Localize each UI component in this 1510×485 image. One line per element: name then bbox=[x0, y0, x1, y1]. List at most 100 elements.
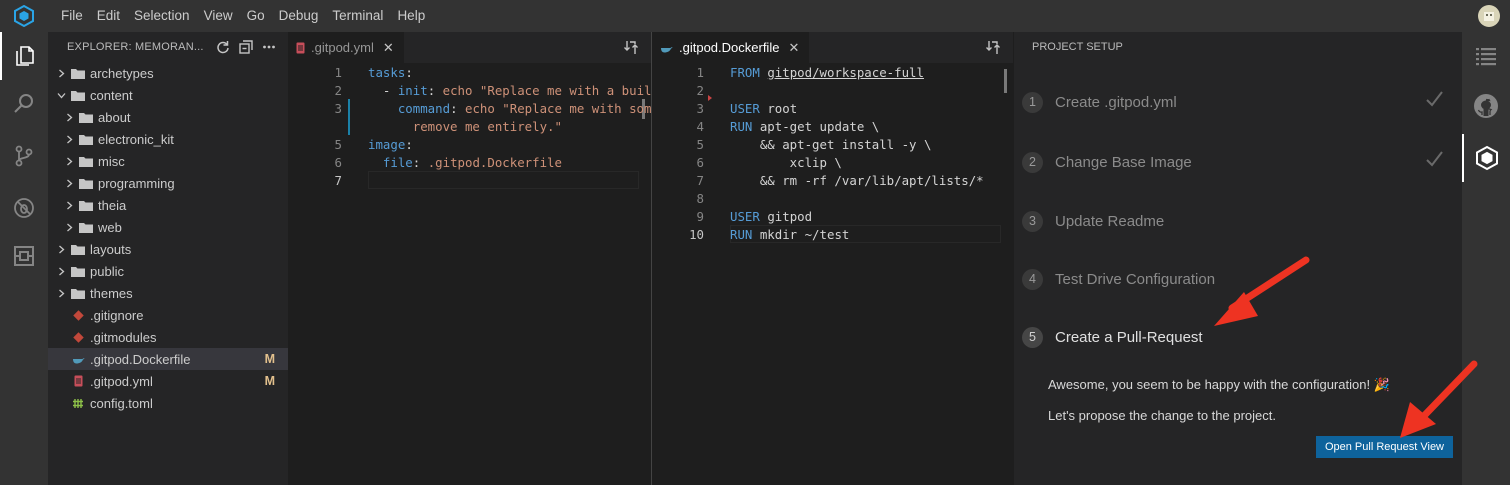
setup-step[interactable]: 5 Create a Pull-Request bbox=[1022, 322, 1203, 352]
extensions-icon[interactable] bbox=[0, 232, 48, 280]
avatar[interactable] bbox=[1478, 5, 1500, 27]
chevron-right-icon[interactable] bbox=[56, 69, 66, 78]
step-number: 3 bbox=[1022, 210, 1043, 232]
code-token: : bbox=[405, 65, 413, 80]
menu-debug[interactable]: Debug bbox=[272, 0, 326, 32]
code-line[interactable]: 7 bbox=[288, 172, 651, 190]
setup-step[interactable]: 1 Create .gitpod.yml bbox=[1022, 87, 1177, 117]
chevron-down-icon[interactable] bbox=[56, 91, 66, 100]
chevron-right-icon[interactable] bbox=[56, 245, 66, 254]
chevron-right-icon[interactable] bbox=[56, 267, 66, 276]
tree-folder[interactable]: misc bbox=[48, 150, 288, 172]
chevron-right-icon[interactable] bbox=[64, 201, 74, 210]
code-line[interactable]: remove me entirely." bbox=[288, 118, 651, 136]
code-line[interactable]: 7 && rm -rf /var/lib/apt/lists/* bbox=[652, 172, 1013, 190]
code-line[interactable]: 5 && apt-get install -y \ bbox=[652, 136, 1013, 154]
setup-step[interactable]: 3 Update Readme bbox=[1022, 206, 1164, 236]
menu-view[interactable]: View bbox=[197, 0, 240, 32]
line-number: 1 bbox=[334, 65, 342, 80]
tree-folder[interactable]: archetypes bbox=[48, 62, 288, 84]
menu-go[interactable]: Go bbox=[240, 0, 272, 32]
folder-icon bbox=[71, 288, 85, 299]
tree-folder[interactable]: content bbox=[48, 84, 288, 106]
list-icon[interactable] bbox=[1462, 32, 1510, 80]
tree-folder[interactable]: programming bbox=[48, 172, 288, 194]
menu-help[interactable]: Help bbox=[390, 0, 432, 32]
close-icon[interactable]: ✕ bbox=[383, 40, 394, 56]
chevron-right-icon[interactable] bbox=[64, 135, 74, 144]
docker-file-icon bbox=[71, 354, 85, 364]
gitpod-logo-icon[interactable] bbox=[0, 0, 48, 32]
files-icon[interactable] bbox=[0, 32, 48, 80]
chevron-right-icon[interactable] bbox=[64, 113, 74, 122]
step-number: 2 bbox=[1022, 151, 1043, 173]
code-token: command bbox=[397, 101, 451, 116]
tree-folder[interactable]: themes bbox=[48, 282, 288, 304]
setup-step[interactable]: 4 Test Drive Configuration bbox=[1022, 264, 1215, 294]
code-line[interactable]: 3 command: echo "Replace me with some bbox=[288, 100, 651, 118]
tree-folder[interactable]: theia bbox=[48, 194, 288, 216]
code-line[interactable]: 2 bbox=[652, 82, 1013, 100]
close-icon[interactable]: ✕ bbox=[788, 40, 799, 56]
line-number: 2 bbox=[696, 83, 704, 98]
refresh-icon[interactable] bbox=[216, 40, 230, 57]
tree-file[interactable]: .gitignore bbox=[48, 304, 288, 326]
project-setup-panel: PROJECT SETUP 1 Create .gitpod.yml 2 Change… bbox=[1014, 32, 1462, 485]
code-area[interactable]: 1 tasks: 2 - init: echo "Replace me with a… bbox=[288, 63, 651, 485]
code-line[interactable]: 4 RUN apt-get update \ bbox=[652, 118, 1013, 136]
tab-gitpod-dockerfile[interactable]: .gitpod.Dockerfile ✕ bbox=[652, 32, 810, 63]
more-actions-icon[interactable] bbox=[262, 40, 276, 57]
editor-gitpod-dockerfile[interactable]: .gitpod.Dockerfile ✕ 1 FROM gitpod/worksp… bbox=[652, 32, 1013, 485]
chevron-right-icon[interactable] bbox=[56, 289, 66, 298]
code-line[interactable]: 2 - init: echo "Replace me with a build bbox=[288, 82, 651, 100]
code-area[interactable]: 1 FROM gitpod/workspace-full 2 3 USER root 4 R… bbox=[652, 63, 1013, 485]
step-label: Test Drive Configuration bbox=[1055, 270, 1216, 288]
tree-folder[interactable]: electronic_kit bbox=[48, 128, 288, 150]
menu-file[interactable]: File bbox=[48, 0, 90, 32]
docker-file-icon bbox=[660, 43, 673, 53]
code-text: RUN apt-get update \ bbox=[730, 118, 879, 136]
search-icon[interactable] bbox=[0, 80, 48, 128]
chevron-right-icon[interactable] bbox=[64, 223, 74, 232]
open-changes-icon[interactable] bbox=[623, 40, 639, 58]
code-token: xclip \ bbox=[730, 155, 842, 170]
chevron-right-icon[interactable] bbox=[64, 179, 74, 188]
open-pull-request-view-button[interactable]: Open Pull Request View bbox=[1316, 436, 1453, 458]
tree-folder[interactable]: about bbox=[48, 106, 288, 128]
code-line[interactable]: 9 USER gitpod bbox=[652, 208, 1013, 226]
line-number: 5 bbox=[696, 137, 704, 152]
chevron-right-icon[interactable] bbox=[64, 157, 74, 166]
gitpod-icon[interactable] bbox=[1462, 134, 1510, 182]
menu-selection[interactable]: Selection bbox=[127, 0, 197, 32]
tree-folder[interactable]: web bbox=[48, 216, 288, 238]
code-line[interactable]: 8 bbox=[652, 190, 1013, 208]
editor-gitpod-yml[interactable]: .gitpod.yml ✕ 1 tasks: 2 - init: echo "Rep… bbox=[288, 32, 651, 485]
setup-step[interactable]: 2 Change Base Image bbox=[1022, 147, 1192, 177]
code-line[interactable]: 6 file: .gitpod.Dockerfile bbox=[288, 154, 651, 172]
code-line[interactable]: 10 RUN mkdir ~/test bbox=[652, 226, 1013, 244]
tree-folder[interactable]: layouts bbox=[48, 238, 288, 260]
code-token: root bbox=[767, 101, 798, 116]
menu-items: File Edit Selection View Go Debug Termin… bbox=[48, 0, 432, 32]
source-control-icon[interactable] bbox=[0, 132, 48, 180]
tab-gitpod-yml[interactable]: .gitpod.yml ✕ bbox=[288, 32, 404, 63]
menu-terminal[interactable]: Terminal bbox=[325, 0, 390, 32]
tree-file[interactable]: .gitmodules bbox=[48, 326, 288, 348]
code-line[interactable]: 5 image: bbox=[288, 136, 651, 154]
code-text: remove me entirely." bbox=[368, 118, 562, 136]
code-line[interactable]: 6 xclip \ bbox=[652, 154, 1013, 172]
tree-folder[interactable]: public bbox=[48, 260, 288, 282]
code-line[interactable]: 1 tasks: bbox=[288, 64, 651, 82]
tree-file[interactable]: config.toml bbox=[48, 392, 288, 414]
github-icon[interactable] bbox=[1462, 82, 1510, 130]
tree-file[interactable]: .gitpod.yml M bbox=[48, 370, 288, 392]
code-line[interactable]: 3 USER root bbox=[652, 100, 1013, 118]
debug-icon[interactable] bbox=[0, 184, 48, 232]
open-changes-icon[interactable] bbox=[985, 40, 1001, 58]
tree-file[interactable]: .gitpod.Dockerfile M bbox=[48, 348, 288, 370]
code-line[interactable]: 1 FROM gitpod/workspace-full bbox=[652, 64, 1013, 82]
menu-edit[interactable]: Edit bbox=[90, 0, 127, 32]
code-token: .gitpod.Dockerfile bbox=[427, 155, 562, 170]
explorer-panel: EXPLORER: MEMORAN... archetypes content ab… bbox=[48, 32, 288, 485]
collapse-all-icon[interactable] bbox=[239, 40, 253, 57]
